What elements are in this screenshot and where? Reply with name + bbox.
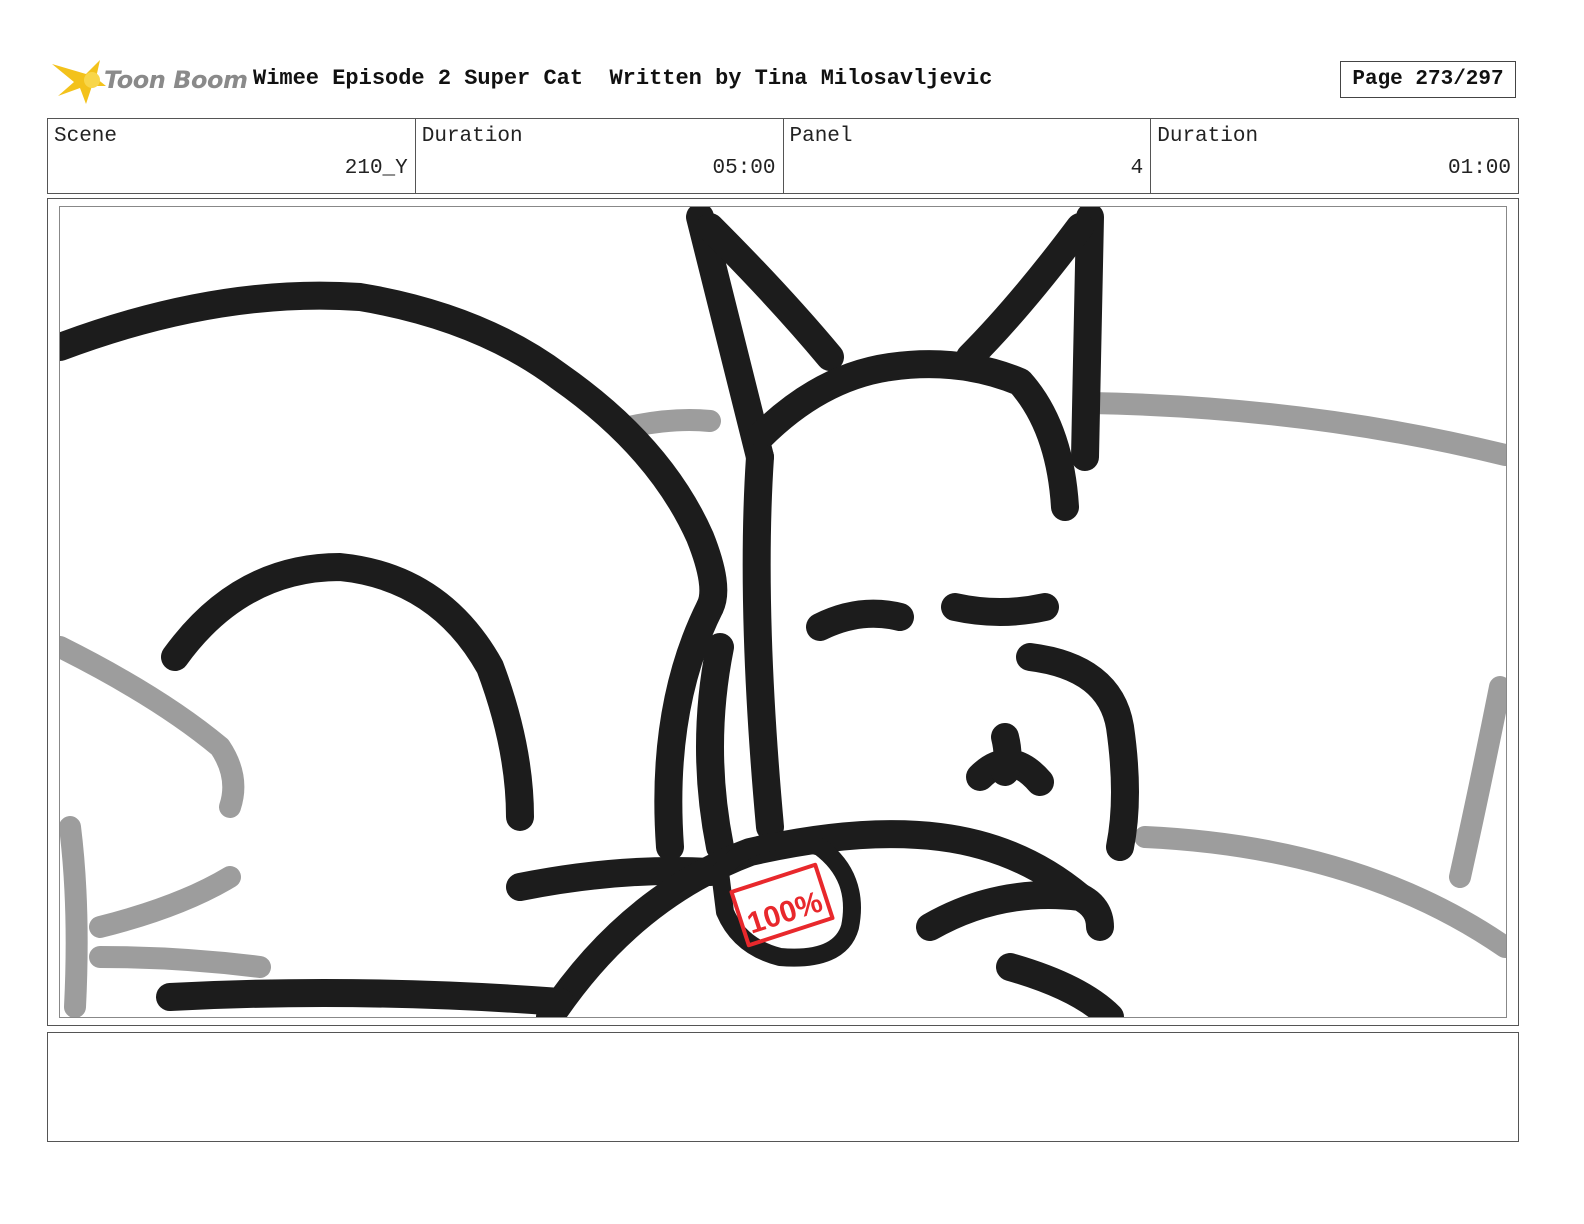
page-header: Toon Boom Wimee Episode 2 Super Cat Writ… xyxy=(0,0,1584,118)
scene-duration-label: Duration xyxy=(421,125,523,148)
scene-label: Scene xyxy=(54,125,118,148)
panel-duration-value: 01:00 xyxy=(1447,157,1511,180)
storyboard-title: Wimee Episode 2 Super Cat Written by Tin… xyxy=(253,66,993,91)
logo-text: Toon Boom xyxy=(104,66,248,94)
panel-duration-cell: Duration 01:00 xyxy=(1151,119,1518,193)
panel-drawing: 100% xyxy=(59,206,1507,1018)
scene-duration-value: 05:00 xyxy=(712,157,776,180)
scene-cell: Scene 210_Y xyxy=(48,119,416,193)
cat-ink-strokes xyxy=(60,207,1139,1017)
scene-info-row: Scene 210_Y Duration 05:00 Panel 4 Durat… xyxy=(47,118,1519,194)
panel-label: Panel xyxy=(789,125,853,148)
scene-duration-cell: Duration 05:00 xyxy=(416,119,784,193)
cat-sketch-drawing: 100% xyxy=(60,207,1506,1017)
scene-value: 210_Y xyxy=(344,157,408,180)
panel-cell: Panel 4 xyxy=(784,119,1152,193)
panel-value: 4 xyxy=(1130,157,1144,180)
page-number: Page 273/297 xyxy=(1340,61,1516,98)
notes-box xyxy=(47,1032,1519,1142)
panel-duration-label: Duration xyxy=(1157,125,1259,148)
